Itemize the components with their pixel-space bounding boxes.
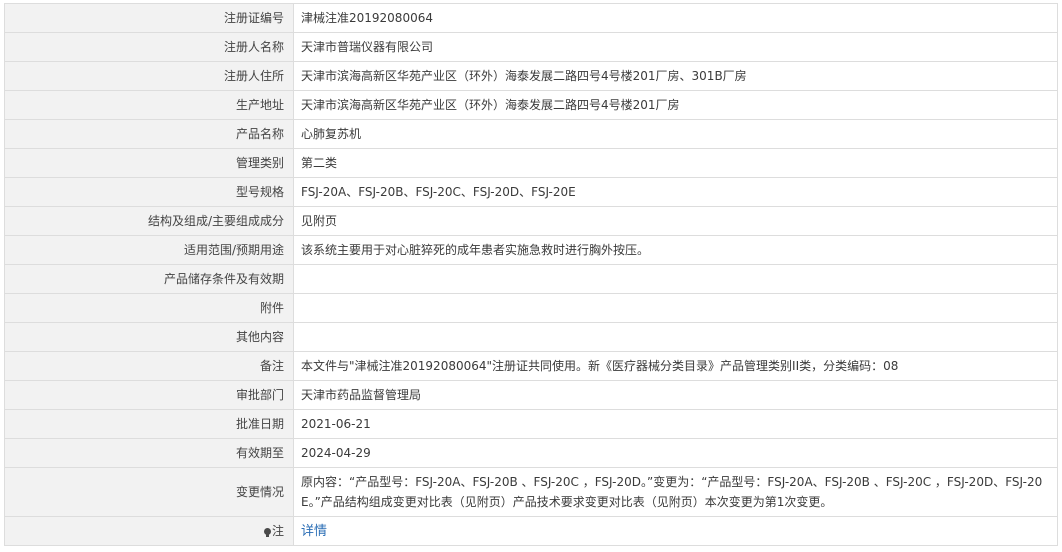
- row-registrant-name: 注册人名称 天津市普瑞仪器有限公司: [4, 32, 1058, 62]
- details-link[interactable]: 详情: [301, 524, 327, 539]
- registrant-address-value: 天津市滨海高新区华苑产业区（环外）海泰发展二路四号4号楼201厂房、301B厂房: [293, 61, 1058, 91]
- row-change-history: 变更情况 原内容：“产品型号：FSJ-20A、FSJ-20B 、FSJ-20C …: [4, 467, 1058, 517]
- row-management-category: 管理类别 第二类: [4, 148, 1058, 178]
- storage-validity-value: [293, 264, 1058, 294]
- approval-department-value: 天津市药品监督管理局: [293, 380, 1058, 410]
- model-spec-value: FSJ-20A、FSJ-20B、FSJ-20C、FSJ-20D、FSJ-20E: [293, 177, 1058, 207]
- registration-number-value: 津械注准20192080064: [293, 3, 1058, 33]
- registrant-name-label: 注册人名称: [4, 32, 294, 62]
- approval-department-label: 审批部门: [4, 380, 294, 410]
- valid-until-value: 2024-04-29: [293, 438, 1058, 468]
- row-valid-until: 有效期至 2024-04-29: [4, 438, 1058, 468]
- intended-use-value: 该系统主要用于对心脏猝死的成年患者实施急救时进行胸外按压。: [293, 235, 1058, 265]
- pin-icon: [263, 528, 271, 537]
- registration-detail-panel: 注册证编号 津械注准20192080064 注册人名称 天津市普瑞仪器有限公司 …: [0, 0, 1062, 546]
- intended-use-label: 适用范围/预期用途: [4, 235, 294, 265]
- row-registrant-address: 注册人住所 天津市滨海高新区华苑产业区（环外）海泰发展二路四号4号楼201厂房、…: [4, 61, 1058, 91]
- management-category-label: 管理类别: [4, 148, 294, 178]
- row-note: 注 详情: [4, 516, 1058, 546]
- attachments-label: 附件: [4, 293, 294, 323]
- row-registration-number: 注册证编号 津械注准20192080064: [4, 3, 1058, 33]
- row-storage-validity: 产品储存条件及有效期: [4, 264, 1058, 294]
- structure-composition-label: 结构及组成/主要组成成分: [4, 206, 294, 236]
- valid-until-label: 有效期至: [4, 438, 294, 468]
- row-product-name: 产品名称 心肺复苏机: [4, 119, 1058, 149]
- note-label: 注: [271, 524, 284, 538]
- registrant-name-value: 天津市普瑞仪器有限公司: [293, 32, 1058, 62]
- approval-date-value: 2021-06-21: [293, 409, 1058, 439]
- management-category-value: 第二类: [293, 148, 1058, 178]
- row-remarks: 备注 本文件与"津械注准20192080064"注册证共同使用。新《医疗器械分类…: [4, 351, 1058, 381]
- change-history-label: 变更情况: [4, 467, 294, 517]
- registration-detail-table: 注册证编号 津械注准20192080064 注册人名称 天津市普瑞仪器有限公司 …: [4, 3, 1058, 546]
- product-name-value: 心肺复苏机: [293, 119, 1058, 149]
- row-approval-department: 审批部门 天津市药品监督管理局: [4, 380, 1058, 410]
- product-name-label: 产品名称: [4, 119, 294, 149]
- other-content-value: [293, 322, 1058, 352]
- storage-validity-label: 产品储存条件及有效期: [4, 264, 294, 294]
- attachments-value: [293, 293, 1058, 323]
- row-structure-composition: 结构及组成/主要组成成分 见附页: [4, 206, 1058, 236]
- row-approval-date: 批准日期 2021-06-21: [4, 409, 1058, 439]
- model-spec-label: 型号规格: [4, 177, 294, 207]
- remarks-label: 备注: [4, 351, 294, 381]
- change-history-value: 原内容：“产品型号：FSJ-20A、FSJ-20B 、FSJ-20C ，FSJ-…: [293, 467, 1058, 517]
- registration-number-label: 注册证编号: [4, 3, 294, 33]
- note-value-cell: 详情: [293, 516, 1058, 546]
- production-address-value: 天津市滨海高新区华苑产业区（环外）海泰发展二路四号4号楼201厂房: [293, 90, 1058, 120]
- registrant-address-label: 注册人住所: [4, 61, 294, 91]
- approval-date-label: 批准日期: [4, 409, 294, 439]
- row-attachments: 附件: [4, 293, 1058, 323]
- note-label-cell: 注: [4, 516, 294, 546]
- structure-composition-value: 见附页: [293, 206, 1058, 236]
- production-address-label: 生产地址: [4, 90, 294, 120]
- row-production-address: 生产地址 天津市滨海高新区华苑产业区（环外）海泰发展二路四号4号楼201厂房: [4, 90, 1058, 120]
- row-model-spec: 型号规格 FSJ-20A、FSJ-20B、FSJ-20C、FSJ-20D、FSJ…: [4, 177, 1058, 207]
- other-content-label: 其他内容: [4, 322, 294, 352]
- row-other-content: 其他内容: [4, 322, 1058, 352]
- remarks-value: 本文件与"津械注准20192080064"注册证共同使用。新《医疗器械分类目录》…: [293, 351, 1058, 381]
- row-intended-use: 适用范围/预期用途 该系统主要用于对心脏猝死的成年患者实施急救时进行胸外按压。: [4, 235, 1058, 265]
